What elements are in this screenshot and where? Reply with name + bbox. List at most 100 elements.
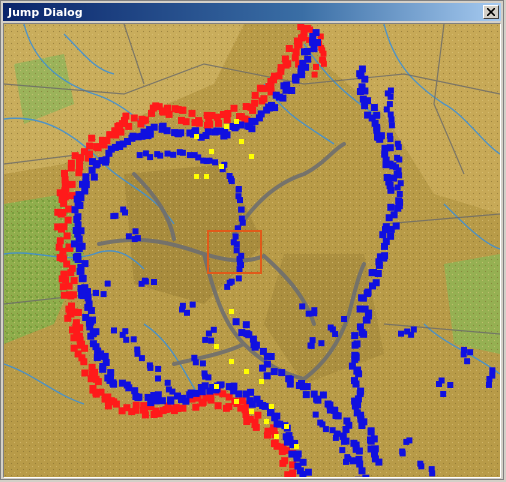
blue-unit-marker: [92, 290, 99, 297]
yellow-unit-marker: [249, 409, 254, 414]
blue-unit-marker: [310, 45, 318, 53]
yellow-unit-marker: [269, 404, 274, 409]
red-unit-marker: [207, 393, 214, 401]
close-button[interactable]: [483, 5, 499, 19]
red-unit-marker: [264, 431, 271, 439]
title-bar[interactable]: Jump Dialog: [3, 3, 501, 21]
blue-unit-marker: [381, 242, 388, 250]
blue-unit-marker: [237, 197, 243, 204]
blue-unit-marker: [355, 370, 363, 378]
blue-unit-marker: [242, 321, 250, 329]
overview-map[interactable]: [3, 23, 501, 478]
window-title: Jump Dialog: [8, 5, 83, 19]
blue-unit-marker: [138, 280, 145, 287]
blue-unit-marker: [302, 391, 310, 399]
blue-unit-marker: [387, 186, 395, 194]
red-unit-marker: [132, 401, 140, 409]
red-unit-marker: [112, 400, 120, 408]
red-unit-marker: [198, 399, 206, 407]
blue-unit-marker: [77, 285, 85, 292]
red-unit-marker: [213, 113, 221, 121]
map-canvas[interactable]: [4, 24, 500, 477]
blue-unit-marker: [75, 245, 83, 253]
red-unit-marker: [81, 344, 89, 352]
red-unit-marker: [241, 406, 249, 414]
blue-unit-marker: [248, 400, 256, 408]
blue-unit-marker: [211, 128, 219, 136]
red-unit-marker: [64, 314, 72, 322]
blue-unit-marker: [74, 213, 82, 221]
blue-unit-marker: [489, 367, 496, 374]
blue-unit-marker: [89, 330, 97, 338]
blue-unit-marker: [396, 172, 403, 179]
red-unit-marker: [60, 291, 68, 299]
yellow-unit-marker: [259, 379, 264, 384]
yellow-unit-marker: [204, 174, 209, 179]
blue-unit-marker: [486, 376, 493, 382]
blue-unit-marker: [359, 95, 367, 103]
blue-unit-marker: [299, 471, 307, 477]
blue-unit-marker: [373, 123, 381, 131]
blue-unit-marker: [461, 346, 467, 353]
blue-unit-marker: [212, 159, 219, 166]
red-unit-marker: [75, 169, 83, 177]
blue-unit-marker: [155, 365, 162, 372]
blue-unit-marker: [152, 397, 160, 405]
blue-unit-marker: [292, 73, 300, 81]
blue-unit-marker: [351, 341, 359, 349]
blue-unit-marker: [358, 86, 366, 94]
red-unit-marker: [320, 50, 327, 57]
blue-unit-marker: [273, 420, 281, 428]
blue-unit-marker: [332, 412, 340, 419]
yellow-unit-marker: [294, 444, 299, 449]
red-unit-marker: [320, 60, 327, 67]
blue-unit-marker: [147, 154, 154, 161]
blue-unit-marker: [244, 122, 252, 130]
red-unit-marker: [74, 309, 82, 316]
blue-unit-marker: [367, 427, 375, 435]
blue-unit-marker: [84, 303, 92, 311]
yellow-unit-marker: [224, 124, 229, 129]
blue-unit-marker: [341, 316, 347, 322]
red-unit-marker: [278, 448, 286, 455]
blue-unit-marker: [157, 152, 164, 159]
blue-unit-marker: [399, 450, 406, 457]
blue-unit-marker: [132, 228, 139, 235]
yellow-unit-marker: [229, 309, 234, 314]
blue-unit-marker: [189, 301, 196, 308]
red-unit-marker: [170, 407, 178, 415]
blue-unit-marker: [110, 380, 118, 388]
red-unit-marker: [251, 91, 259, 99]
yellow-unit-marker: [214, 384, 219, 389]
blue-unit-marker: [375, 261, 383, 269]
blue-unit-marker: [375, 458, 383, 466]
red-unit-marker: [311, 71, 318, 78]
red-unit-marker: [203, 111, 211, 119]
yellow-unit-marker: [194, 174, 199, 179]
blue-unit-marker: [367, 437, 375, 445]
blue-unit-marker: [252, 341, 260, 349]
red-unit-marker: [56, 237, 64, 245]
blue-unit-marker: [130, 336, 137, 343]
blue-unit-marker: [318, 340, 325, 347]
blue-unit-marker: [158, 397, 166, 405]
blue-unit-marker: [205, 374, 212, 381]
blue-unit-marker: [100, 291, 107, 298]
red-unit-marker: [67, 292, 75, 300]
blue-unit-marker: [273, 412, 281, 420]
blue-unit-marker: [395, 144, 402, 151]
jump-dialog-window: Jump Dialog: [0, 0, 504, 480]
blue-unit-marker: [81, 260, 89, 268]
blue-unit-marker: [192, 359, 199, 366]
blue-unit-marker: [354, 395, 362, 403]
blue-unit-marker: [79, 274, 87, 282]
blue-unit-marker: [236, 266, 243, 273]
blue-unit-marker: [202, 336, 209, 343]
blue-unit-marker: [184, 309, 190, 316]
red-unit-marker: [260, 95, 268, 103]
red-unit-marker: [78, 354, 86, 362]
yellow-unit-marker: [264, 419, 269, 424]
red-unit-marker: [76, 156, 83, 164]
yellow-unit-marker: [239, 139, 244, 144]
red-unit-marker: [64, 216, 72, 224]
